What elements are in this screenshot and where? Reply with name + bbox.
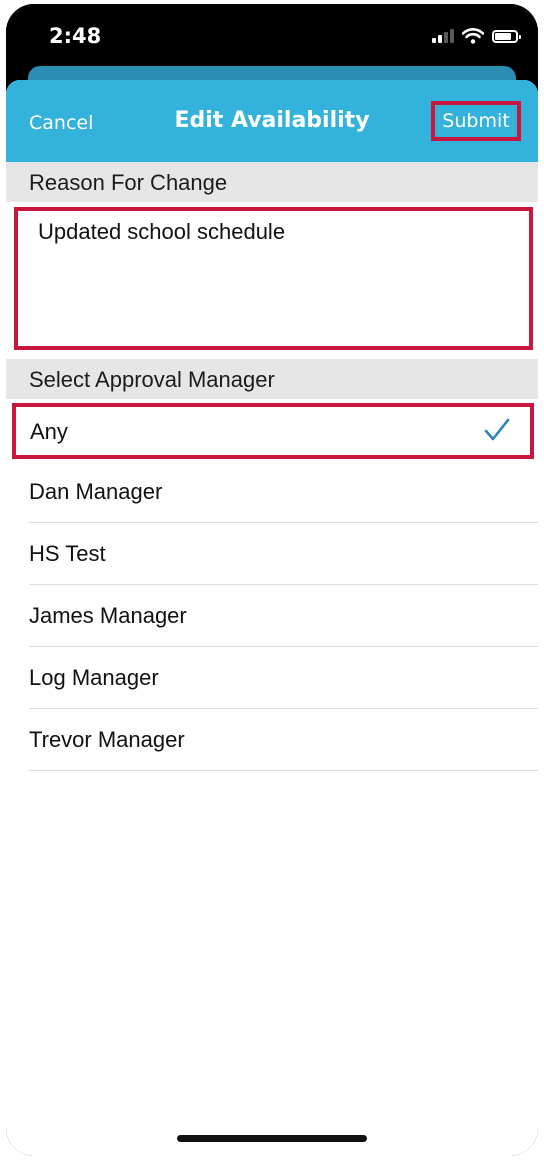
manager-list: Any Dan Manager HS Test James Manager Lo… bbox=[6, 399, 538, 771]
reason-text-value: Updated school schedule bbox=[38, 219, 286, 244]
reason-section-header: Reason For Change bbox=[6, 162, 538, 202]
manager-option-any[interactable]: Any bbox=[12, 403, 534, 459]
battery-icon bbox=[492, 29, 521, 43]
manager-option-log-manager[interactable]: Log Manager bbox=[29, 647, 538, 709]
list-item-label: Log Manager bbox=[29, 665, 159, 690]
manager-option-trevor-manager[interactable]: Trevor Manager bbox=[29, 709, 538, 771]
signal-icon bbox=[432, 29, 454, 43]
list-item-label: HS Test bbox=[29, 541, 106, 566]
manager-option-james-manager[interactable]: James Manager bbox=[29, 585, 538, 647]
submit-button[interactable]: Submit bbox=[431, 101, 521, 141]
wifi-icon bbox=[462, 28, 484, 44]
phone-frame: 2:48 Cancel Edit Availability Submit Rea… bbox=[6, 4, 538, 1156]
nav-bar: Cancel Edit Availability Submit bbox=[6, 80, 538, 162]
edit-availability-sheet: Cancel Edit Availability Submit Reason F… bbox=[6, 80, 538, 1156]
home-indicator[interactable] bbox=[177, 1135, 367, 1142]
status-bar: 2:48 bbox=[6, 4, 538, 68]
status-time: 2:48 bbox=[49, 24, 102, 48]
checkmark-icon bbox=[484, 418, 510, 441]
manager-option-hs-test[interactable]: HS Test bbox=[29, 523, 538, 585]
list-item-label: Dan Manager bbox=[29, 479, 163, 504]
list-item-label: James Manager bbox=[29, 603, 187, 628]
manager-option-dan-manager[interactable]: Dan Manager bbox=[29, 461, 538, 523]
manager-section-header: Select Approval Manager bbox=[6, 359, 538, 399]
list-item-label: Trevor Manager bbox=[29, 727, 185, 752]
reason-text-area[interactable]: Updated school schedule bbox=[14, 207, 533, 350]
status-icons bbox=[432, 26, 521, 46]
list-item-label: Any bbox=[30, 419, 68, 444]
